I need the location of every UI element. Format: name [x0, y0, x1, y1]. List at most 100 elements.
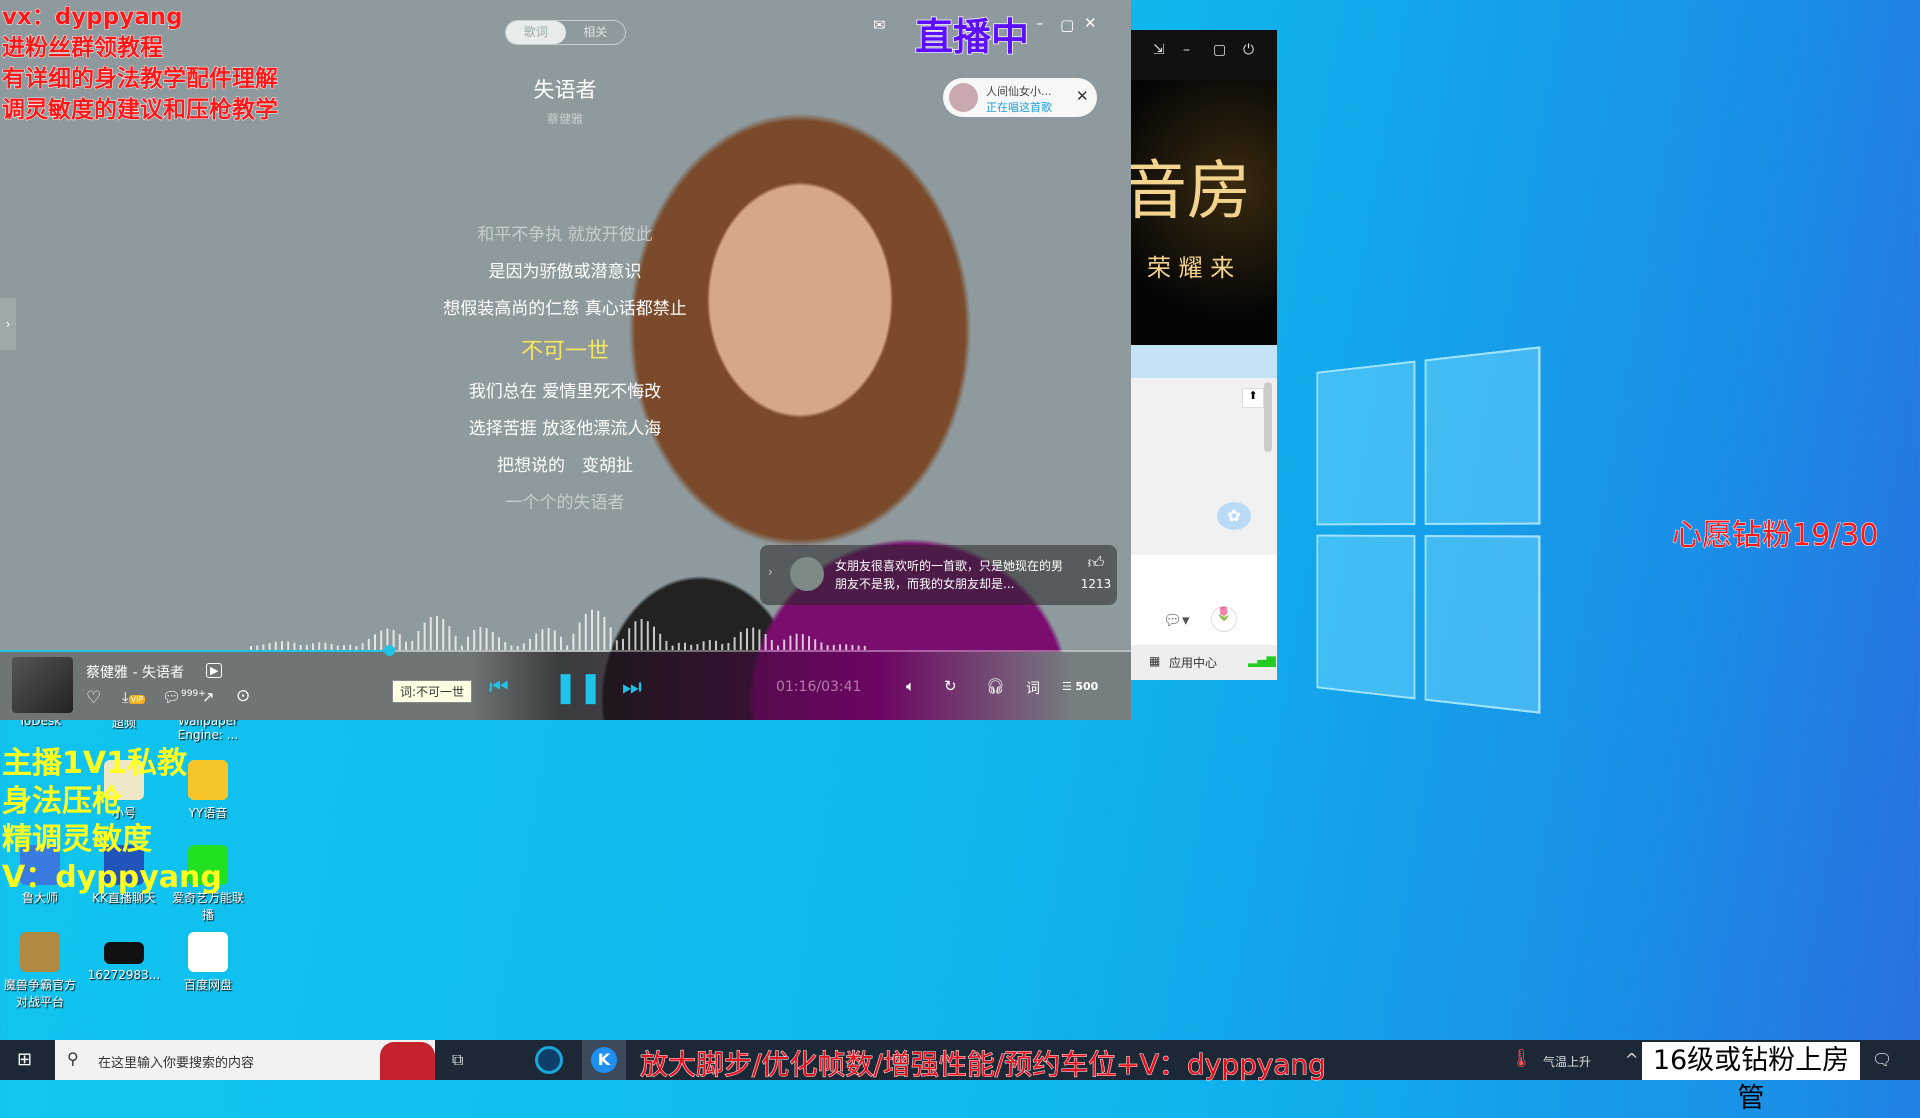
waveform-bar [578, 622, 581, 650]
song-artist[interactable]: 蔡健雅 [465, 110, 665, 127]
volume-icon[interactable]: 🔈︎ [906, 677, 915, 695]
waveform-bar [708, 639, 711, 650]
waveform-bar [367, 638, 370, 650]
progress-track[interactable] [0, 650, 1131, 652]
icon-label: 16272983... [87, 968, 161, 982]
flower-gift-icon[interactable]: 🌷 [1211, 606, 1237, 632]
desktop-icon-file[interactable]: 16272983... [84, 932, 164, 982]
lyric-line: 把想说的 变胡扯 [497, 456, 633, 476]
progress-knob[interactable] [384, 645, 396, 656]
waveform-bar [770, 640, 773, 650]
search-box[interactable]: ⚲ 在这里输入你要搜索的内容 [55, 1040, 435, 1080]
loop-icon[interactable]: ↻ [944, 677, 957, 695]
lyric-line: 一个个的失语者 [505, 493, 625, 513]
pause-icon[interactable]: ❚❚ [553, 670, 603, 705]
mail-icon[interactable]: ✉ [873, 16, 886, 34]
share-icon[interactable]: ↗ [202, 688, 215, 706]
tray-expand-icon[interactable]: ^ [1625, 1050, 1638, 1069]
side-expand-button[interactable]: › [0, 298, 16, 350]
power-icon[interactable]: ⏻ [1243, 42, 1254, 58]
waveform-bar [529, 638, 531, 650]
waveform-bar [677, 642, 680, 650]
waveform-bar [640, 619, 643, 650]
scroll-top-button[interactable]: ⬆ [1242, 388, 1264, 408]
close-pill-icon[interactable]: ✕ [1076, 87, 1089, 105]
waveform-bar [442, 619, 445, 650]
heart-icon[interactable]: ♡ [86, 688, 101, 708]
waveform-bar [615, 640, 618, 650]
now-playing-text[interactable]: 蔡健雅 - 失语者 [86, 662, 184, 682]
comment-text: 女朋友很喜欢听的一首歌，只是她现在的男朋友不是我，而我的女朋友却是... [835, 559, 1064, 591]
sound-effect-icon[interactable]: 🎧︎ [986, 677, 1005, 695]
weather-text[interactable]: 气温上升 [1543, 1053, 1591, 1070]
windows-wallpaper-logo [1316, 346, 1541, 714]
waveform-bar [485, 628, 488, 650]
task-view-icon[interactable]: ⧉ [452, 1050, 463, 1070]
playlist-button[interactable]: ☰ 500 [1062, 680, 1098, 693]
waveform-bar [820, 642, 823, 650]
scrollbar[interactable] [1264, 382, 1272, 452]
minimize-icon[interactable]: – [1183, 42, 1190, 58]
notification-icon[interactable]: 🗨︎ [1872, 1050, 1892, 1069]
comment-likes: 1213 [1080, 577, 1112, 591]
overlay-wish-counter: 心愿钻粉19/30 [1671, 518, 1879, 554]
start-button[interactable]: ⊞ [17, 1049, 32, 1070]
tab-related[interactable]: 相关 [566, 21, 626, 44]
grid-icon[interactable]: ▦ [1149, 654, 1160, 668]
desktop-lyrics-button[interactable]: 词 [1026, 678, 1040, 698]
desktop-icon-warcraft[interactable]: 魔兽争霸官方对战平台 [0, 932, 80, 1010]
waveform-bar [597, 610, 600, 650]
waveform-bar [628, 628, 631, 650]
app-center-button[interactable]: 应用中心 [1169, 654, 1217, 671]
waveform-bar [374, 634, 376, 650]
close-icon[interactable]: ✕ [1084, 14, 1097, 32]
maximize-icon[interactable]: ▢ [1213, 42, 1226, 58]
chat-bubble-icon[interactable]: 💬︎▾ [1163, 611, 1190, 629]
overlay-top-left-text: vx：dyppyang 进粉丝群领教程 有详细的身法教学配件理解 调灵敏度的建议… [2, 2, 279, 126]
hot-comment-card[interactable]: › 女朋友很喜欢听的一首歌，只是她现在的男朋友不是我，而我的女朋友却是... 👍… [760, 545, 1117, 605]
waveform-bar [491, 631, 494, 650]
mv-icon[interactable]: ▶ [206, 663, 223, 678]
waveform-bar [733, 637, 736, 650]
settings-icon[interactable]: ✿ [1217, 502, 1251, 530]
waveform-bar [808, 636, 810, 650]
minimize-icon[interactable]: – [1036, 14, 1044, 32]
taskbar-app-1[interactable] [535, 1046, 563, 1074]
pin-icon[interactable]: ⇲ [1153, 42, 1165, 58]
more-icon[interactable]: ⊙ [236, 686, 250, 706]
waveform-bar [281, 641, 283, 650]
live-badge-overlay: 直播中 [914, 14, 1030, 60]
commenter-avatar [790, 557, 824, 591]
waveform-bar [268, 642, 271, 650]
maximize-icon[interactable]: ▢ [1060, 16, 1074, 34]
waveform-bar [479, 627, 482, 650]
waveform-bar [659, 633, 662, 650]
waveform-bar [801, 633, 804, 650]
previous-icon[interactable]: ⏮︎ [489, 675, 509, 700]
tab-lyrics[interactable]: 歌词 [506, 21, 566, 44]
overlay-line: 有详细的身法教学配件理解 [2, 66, 279, 93]
album-art[interactable] [12, 657, 73, 713]
info-strip [1131, 345, 1277, 378]
taskbar-app-kugou[interactable]: K [582, 1040, 626, 1080]
waveform-bar [318, 642, 321, 650]
chat-input-area[interactable] [1131, 555, 1277, 645]
thumbs-up-icon[interactable]: 👍︎ [1078, 553, 1114, 573]
desktop-icon-baidu-netdisk[interactable]: 百度网盘 [168, 932, 248, 993]
next-icon[interactable]: ⏭︎ [622, 675, 642, 700]
overlay-box-text: 16级或钻粉上房管 [1642, 1042, 1860, 1114]
waveform-bar [702, 641, 705, 650]
waveform-bar [634, 621, 637, 650]
waveform-bar [795, 633, 798, 650]
comment-icon[interactable]: 💬︎999+ [162, 688, 206, 706]
play-time: 01:16/03:41 [776, 679, 862, 695]
singer-avatar [949, 83, 978, 112]
lyric-tooltip: 词:不可一世 [392, 680, 473, 703]
view-tabs: 歌词 相关 [505, 20, 626, 45]
singer-pill[interactable]: 人间仙女小... 正在唱这首歌 ✕ [943, 78, 1097, 117]
waveform-bar [436, 615, 438, 650]
waveform-bar [547, 627, 550, 650]
waveform-bar [727, 642, 730, 650]
download-icon[interactable]: ⤓ VIP [122, 688, 146, 706]
waveform-bar [553, 630, 556, 650]
